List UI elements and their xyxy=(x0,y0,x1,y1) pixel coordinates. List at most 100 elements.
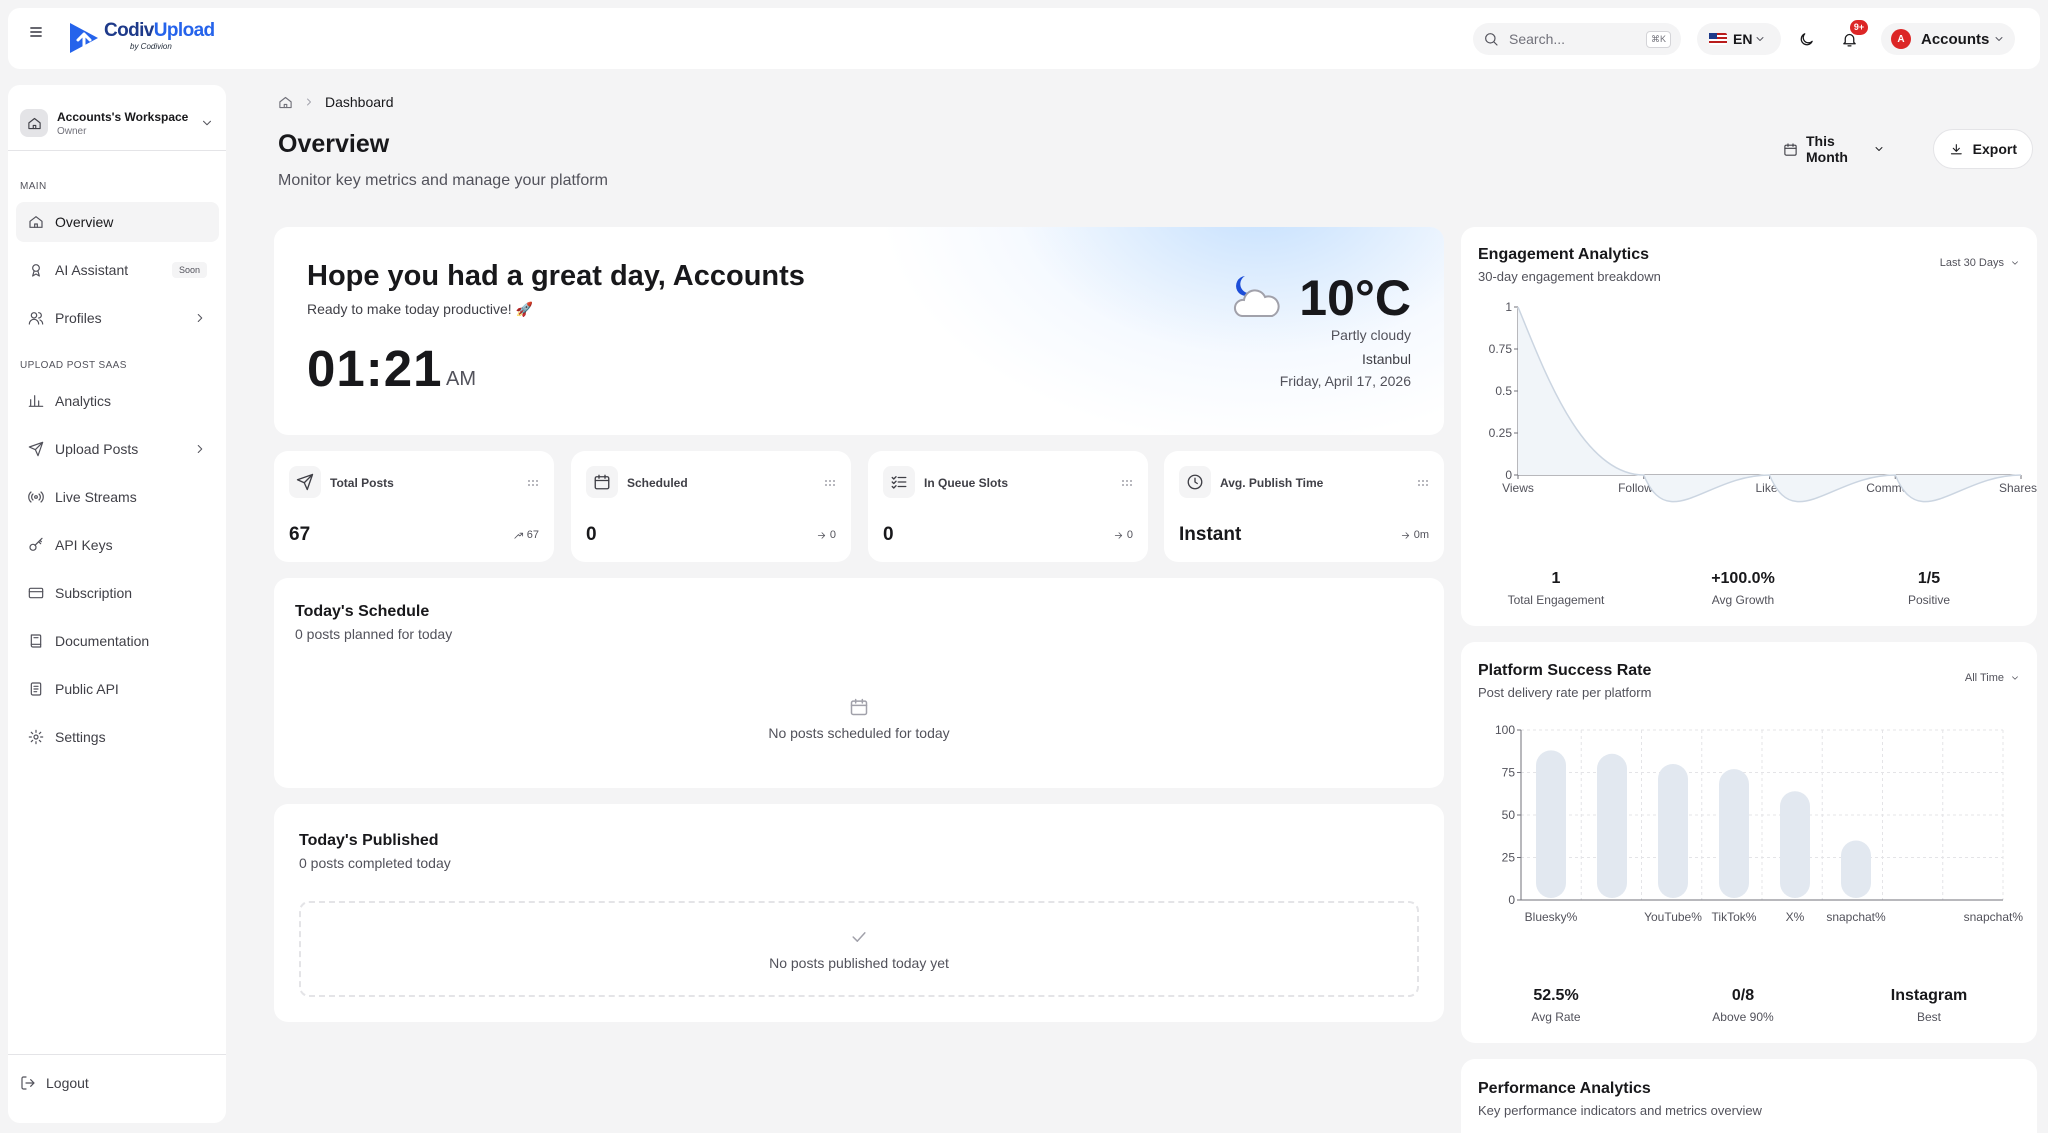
section-label-main: MAIN xyxy=(20,181,47,192)
metric-avg-rate: 52.5% Avg Rate xyxy=(1531,987,1581,1024)
stat-value: Instant xyxy=(1179,524,1242,545)
sidebar-item-analytics[interactable]: Analytics xyxy=(16,381,219,421)
bar xyxy=(1658,764,1688,898)
workspace-name: Accounts's Workspace xyxy=(57,109,189,124)
card-subtitle: Post delivery rate per platform xyxy=(1478,685,1652,700)
sidebar-item-overview[interactable]: Overview xyxy=(16,202,219,242)
x-tick-label: X% xyxy=(1786,910,1805,924)
logout-label: Logout xyxy=(46,1075,89,1091)
card-subtitle: 0 posts completed today xyxy=(299,855,451,871)
sidebar-item-label: AI Assistant xyxy=(55,262,129,278)
sidebar-item-label: API Keys xyxy=(55,537,113,553)
workspace-role: Owner xyxy=(57,125,87,137)
account-menu[interactable]: A Accounts xyxy=(1881,23,2015,55)
bar xyxy=(1719,769,1749,898)
account-label: Accounts xyxy=(1921,30,1990,48)
language-label: EN xyxy=(1733,31,1753,47)
search-input[interactable]: Search... ⌘K xyxy=(1473,23,1681,55)
sidebar-item-profiles[interactable]: Profiles xyxy=(16,298,219,338)
clock-time: 01:21 xyxy=(307,340,443,397)
y-tick-label: 75 xyxy=(1502,766,1516,780)
broadcast-icon xyxy=(28,491,44,503)
soon-badge: Soon xyxy=(171,262,207,278)
credit-card-icon xyxy=(28,587,44,599)
language-selector[interactable]: EN xyxy=(1697,23,1781,55)
home-icon xyxy=(29,216,43,228)
chevron-right-icon xyxy=(307,98,311,106)
logo[interactable]: CodivUpload by Codivion xyxy=(68,20,215,60)
chevron-down-icon xyxy=(1995,37,2003,41)
users-icon xyxy=(28,312,44,325)
sidebar-item-live-streams[interactable]: Live Streams xyxy=(16,477,219,517)
card-title: Today's Published xyxy=(299,832,439,849)
sidebar-item-label: Public API xyxy=(55,681,119,697)
drag-handle-icon[interactable] xyxy=(527,477,539,489)
card-title: Today's Schedule xyxy=(295,603,430,620)
drag-handle-icon[interactable] xyxy=(1121,477,1133,489)
breadcrumb: Dashboard xyxy=(278,94,394,110)
metric-positive: 1/5 Positive xyxy=(1907,570,1951,607)
partly-cloudy-night-icon xyxy=(1233,276,1280,317)
stat-delta: 67 xyxy=(513,529,539,541)
chevron-down-icon xyxy=(2012,676,2018,680)
y-tick-label: 0 xyxy=(1505,468,1512,482)
section-label-upload: UPLOAD POST SAAS xyxy=(20,360,127,371)
range-dropdown[interactable]: Last 30 Days xyxy=(1940,257,2020,269)
stat-card-total-posts: Total Posts 67 67 xyxy=(274,451,554,562)
book-icon xyxy=(30,634,42,648)
todays-published-card: Today's Published 0 posts completed toda… xyxy=(274,804,1444,1022)
stat-label: Scheduled xyxy=(627,476,688,490)
sidebar-item-ai-assistant[interactable]: AI Assistant Soon xyxy=(16,250,219,290)
sidebar-item-subscription[interactable]: Subscription xyxy=(16,573,219,613)
range-label: All Time xyxy=(1964,672,2004,684)
trend-up-icon xyxy=(514,532,523,539)
engagement-chart: 00.250.50.751Views Followers Likes Comments… xyxy=(1489,302,2037,503)
period-selector[interactable]: This Month xyxy=(1769,129,1899,169)
arrow-right-icon xyxy=(817,531,825,539)
export-button[interactable]: Export xyxy=(1933,129,2033,169)
y-tick-label: 0.5 xyxy=(1495,384,1512,398)
menu-icon[interactable] xyxy=(24,20,48,44)
todays-schedule-card: Today's Schedule 0 posts planned for tod… xyxy=(274,578,1444,788)
sidebar-item-public-api[interactable]: Public API xyxy=(16,669,219,709)
stat-delta: 0 xyxy=(1113,529,1133,541)
logout-button[interactable]: Logout xyxy=(20,1075,89,1091)
metric-avg-growth: +100.0% Avg Growth xyxy=(1711,570,1775,607)
clock-icon xyxy=(1179,466,1211,498)
sidebar-item-documentation[interactable]: Documentation xyxy=(16,621,219,661)
home-icon[interactable] xyxy=(278,95,293,110)
metric-above-90: 0/8 Above 90% xyxy=(1712,987,1774,1024)
export-label: Export xyxy=(1972,141,2017,157)
stat-label: Avg. Publish Time xyxy=(1220,476,1324,490)
drag-handle-icon[interactable] xyxy=(1417,477,1429,489)
platform-success-rate-card: Platform Success Rate Post delivery rate… xyxy=(1461,642,2037,1043)
theme-toggle[interactable] xyxy=(1790,23,1822,55)
sidebar-item-settings[interactable]: Settings xyxy=(16,717,219,757)
arrow-right-icon xyxy=(1401,531,1409,539)
stat-card-in-queue-slots: In Queue Slots 0 0 xyxy=(868,451,1148,562)
sidebar-item-api-keys[interactable]: API Keys xyxy=(16,525,219,565)
y-tick-label: 100 xyxy=(1495,723,1515,737)
y-tick-label: 50 xyxy=(1502,808,1516,822)
bar xyxy=(1536,750,1566,898)
clock-ampm: AM xyxy=(446,368,476,390)
sidebar-item-label: Settings xyxy=(55,729,106,745)
home-icon xyxy=(20,109,48,137)
chevron-down-icon xyxy=(1875,147,1883,151)
sidebar: Accounts's Workspace Owner MAIN Overview… xyxy=(8,85,226,1123)
drag-handle-icon[interactable] xyxy=(824,477,836,489)
empty-state-text: No posts published today yet xyxy=(769,955,949,971)
range-dropdown[interactable]: All Time xyxy=(1965,672,2020,684)
y-tick-label: 0.75 xyxy=(1489,342,1513,356)
file-icon xyxy=(30,682,42,696)
divider xyxy=(8,1054,226,1055)
breadcrumb-current: Dashboard xyxy=(325,94,394,110)
chevron-down-icon xyxy=(2012,261,2018,265)
gear-icon xyxy=(28,729,44,745)
chevron-down-icon xyxy=(1757,37,1764,41)
sidebar-item-upload-posts[interactable]: Upload Posts xyxy=(16,429,219,469)
sidebar-item-label: Profiles xyxy=(55,310,102,326)
card-title: Performance Analytics xyxy=(1478,1080,1651,1097)
workspace-switcher[interactable]: Accounts's Workspace Owner xyxy=(20,107,214,139)
range-label: Last 30 Days xyxy=(1939,257,2004,269)
